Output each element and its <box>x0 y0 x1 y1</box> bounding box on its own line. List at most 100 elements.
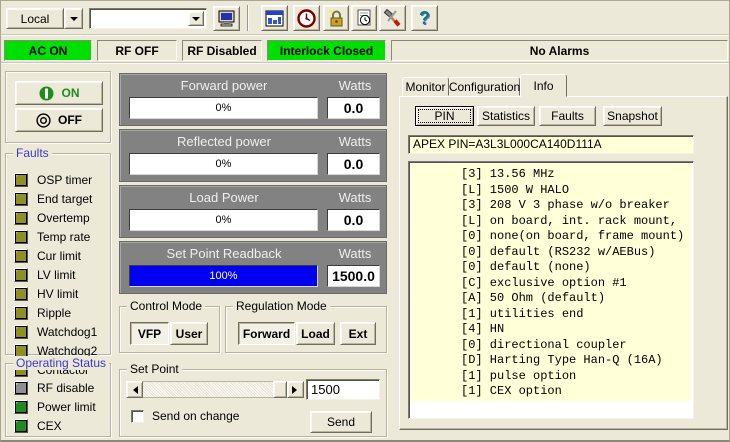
tab-monitor[interactable]: Monitor <box>402 77 449 96</box>
meter-unit: Watts <box>326 246 384 261</box>
fault-row: LV limit <box>14 267 108 283</box>
set-point-input[interactable] <box>306 379 380 400</box>
vfp-label: VFP <box>138 327 161 341</box>
fault-led <box>14 211 28 225</box>
session-combobox-dropdown-button[interactable] <box>188 11 204 26</box>
status-rf: RF OFF <box>97 40 177 61</box>
power-button-group: ON OFF <box>5 71 111 143</box>
session-combobox[interactable] <box>89 8 207 29</box>
info-line: [0] default (RS232 w/AEBus) <box>461 245 691 261</box>
faults-button[interactable]: Faults <box>539 106 596 126</box>
fault-row: HV limit <box>14 286 108 302</box>
fault-label: Watchdog1 <box>37 325 97 339</box>
info-line: [0] directional coupler <box>461 338 691 354</box>
tab-info[interactable]: Info <box>520 74 567 97</box>
local-mode-button[interactable]: Local <box>6 8 64 29</box>
status-rf-enable: RF Disabled <box>182 40 262 61</box>
regulation-forward-button[interactable]: Forward <box>238 322 295 345</box>
tools-icon <box>383 9 402 28</box>
fault-row: Overtemp <box>14 210 108 226</box>
scrollbar-left-button[interactable] <box>126 381 143 398</box>
status-led <box>14 419 28 433</box>
event-log-icon <box>355 9 373 27</box>
fault-led <box>14 230 28 244</box>
tools-button[interactable] <box>379 5 406 31</box>
arrow-right-icon <box>292 386 301 394</box>
fault-row: Watchdog1 <box>14 324 108 340</box>
tab-configuration-label: Configuration <box>449 80 520 94</box>
send-on-change-label: Send on change <box>152 409 239 423</box>
rf-off-button[interactable]: OFF <box>15 108 103 132</box>
toolbar-separator <box>247 5 249 31</box>
meter-unit: Watts <box>326 190 384 205</box>
rf-on-label: ON <box>62 86 80 100</box>
status-interlock: Interlock Closed <box>267 40 386 61</box>
monitor-gauge-button[interactable] <box>293 5 320 31</box>
regulation-mode-group: Regulation Mode Forward Load Ext <box>225 306 387 353</box>
fault-label: End target <box>37 192 92 206</box>
info-line: [D] Harting Type Han-Q (16A) <box>461 353 691 369</box>
ext-label: Ext <box>349 327 368 341</box>
set-point-readback-value: 1500.0 <box>327 265 380 287</box>
rf-off-label: OFF <box>58 113 82 127</box>
fault-led <box>14 173 28 187</box>
panels-button[interactable] <box>261 5 288 31</box>
status-bar: AC ON RF OFF RF Disabled Interlock Close… <box>1 37 730 63</box>
set-point-readback-meter: Set Point Readback Watts 100% 1500.0 <box>119 241 387 294</box>
operating-status-label: Power limit <box>37 400 96 414</box>
faults-button-label: Faults <box>551 109 584 123</box>
info-line: [3] 208 V 3 phase w/o breaker <box>461 198 691 214</box>
regulation-ext-button[interactable]: Ext <box>340 322 376 345</box>
configuration-info-listbox[interactable]: [3] 13.56 MHz [L] 1500 W HALO [3] 208 V … <box>408 161 694 419</box>
send-button[interactable]: Send <box>310 411 372 433</box>
padlock-icon <box>327 9 345 27</box>
snapshot-button[interactable]: Snapshot <box>603 106 662 126</box>
set-point-scrollbar[interactable] <box>126 381 304 398</box>
reflected-power-meter: Reflected power Watts 0% 0.0 <box>119 129 387 182</box>
tab-monitor-label: Monitor <box>405 80 445 94</box>
event-log-button[interactable] <box>351 5 377 31</box>
control-mode-user-button[interactable]: User <box>170 322 208 345</box>
rf-on-button[interactable]: ON <box>15 81 103 105</box>
scrollbar-thumb[interactable] <box>273 381 287 398</box>
status-alarms: No Alarms <box>391 40 728 61</box>
help-button[interactable]: ? <box>411 5 438 31</box>
regulation-load-button[interactable]: Load <box>296 322 335 345</box>
send-on-change-checkbox[interactable] <box>131 410 144 423</box>
fault-label: Ripple <box>37 306 71 320</box>
faults-group-title: Faults <box>13 146 52 160</box>
info-line: [3] 13.56 MHz <box>461 167 691 183</box>
local-mode-label: Local <box>21 12 50 26</box>
panel-window-icon <box>265 10 284 27</box>
control-mode-title: Control Mode <box>127 299 205 313</box>
forward-power-bar: 0% <box>129 97 318 119</box>
load-label: Load <box>301 327 330 341</box>
set-point-readback-bar: 100% <box>129 265 318 287</box>
connect-button[interactable] <box>213 6 240 31</box>
info-line: [4] HN <box>461 322 691 338</box>
lock-button[interactable] <box>323 5 349 31</box>
fault-label: LV limit <box>37 268 75 282</box>
fault-led <box>14 325 28 339</box>
chevron-down-icon <box>70 17 78 25</box>
fault-label: HV limit <box>37 287 78 301</box>
operating-status-row: CEX <box>14 418 108 434</box>
statistics-button[interactable]: Statistics <box>477 106 535 126</box>
info-line: [1] CEX option <box>461 384 691 400</box>
pin-text-field[interactable]: APEX PIN=A3L3L000CA140D111A <box>408 135 694 154</box>
control-mode-vfp-button[interactable]: VFP <box>130 322 169 345</box>
fault-row: OSP timer <box>14 172 108 188</box>
computer-icon <box>217 10 236 27</box>
pin-button[interactable]: PIN <box>415 106 474 126</box>
local-mode-dropdown-button[interactable] <box>64 8 83 29</box>
fault-row: Cur limit <box>14 248 108 264</box>
fault-label: OSP timer <box>37 173 92 187</box>
operating-status-label: CEX <box>37 419 62 433</box>
set-point-group: Set Point Send on change Send <box>119 369 387 437</box>
tab-configuration[interactable]: Configuration <box>449 77 520 96</box>
configuration-info-content: [3] 13.56 MHz [L] 1500 W HALO [3] 208 V … <box>411 164 691 401</box>
operating-status-row: RF disable <box>14 380 108 396</box>
info-line: [L] on board, int. rack mount, <box>461 214 691 230</box>
info-line: [0] none(on board, frame mount) <box>461 229 691 245</box>
scrollbar-right-button[interactable] <box>287 381 304 398</box>
